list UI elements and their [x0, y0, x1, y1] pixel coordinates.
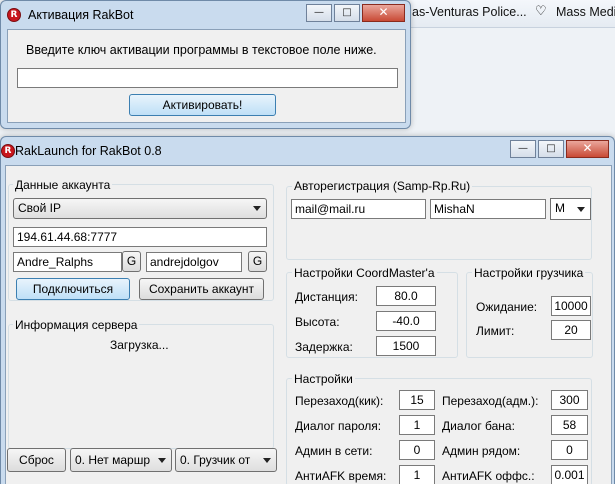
loader-mode-select[interactable]: 0. Грузчик от [175, 448, 277, 472]
close-button[interactable]: ✕ [362, 4, 405, 22]
password-input[interactable]: andrejdolgov [146, 252, 242, 272]
connect-button[interactable]: Подключиться [16, 278, 130, 300]
route-select[interactable]: 0. Нет маршр [70, 448, 172, 472]
chevron-down-icon [253, 206, 261, 211]
autoreg-email-input[interactable]: mail@mail.ru [291, 199, 426, 219]
height-label: Высота: [295, 315, 340, 329]
autoreg-name-input[interactable]: MishaN [430, 199, 546, 219]
heart-icon: ♡ [535, 4, 547, 19]
save-account-button[interactable]: Сохранить аккаунт [139, 278, 264, 300]
admin-online-label: Админ в сети: [295, 444, 373, 458]
ban-dialog-input[interactable]: 58 [551, 415, 588, 435]
server-status-text: Загрузка... [110, 338, 169, 352]
activation-window-title: Активация RakBot [28, 8, 134, 22]
wait-input[interactable]: 10000 [551, 296, 591, 316]
activation-window: R Активация RakBot — □ ✕ Введите ключ ак… [0, 0, 411, 129]
antiafk-time-label: АнтиAFK время: [295, 469, 387, 483]
main-client: Данные аккаунта Свой IP 194.61.44.68:777… [5, 165, 612, 484]
maximize-button[interactable]: □ [538, 140, 564, 158]
background-tab-police[interactable]: as-Venturas Police... [412, 2, 527, 26]
autoreg-group [286, 186, 592, 260]
loader-settings-title: Настройки грузчика [472, 266, 586, 280]
loader-mode-value: 0. Грузчик от [180, 453, 251, 467]
password-dialog-input[interactable]: 1 [399, 415, 435, 435]
generate-nickname-button[interactable]: G [122, 251, 141, 272]
distance-label: Дистанция: [295, 290, 358, 304]
minimize-button[interactable]: — [510, 140, 536, 158]
antiafk-offset-input[interactable]: 0.001 [551, 465, 588, 484]
coordmaster-title: Настройки CoordMaster'a [292, 266, 437, 280]
activation-instruction: Введите ключ активации программы в текст… [26, 43, 377, 57]
wait-label: Ожидание: [476, 300, 538, 314]
admin-near-label: Админ рядом: [442, 444, 521, 458]
rejoin-kick-label: Перезаход(кик): [295, 394, 384, 408]
rejoin-admin-label: Перезаход(адм.): [442, 394, 539, 408]
activation-key-input[interactable] [17, 68, 398, 88]
settings-title: Настройки [292, 372, 355, 386]
maximize-button[interactable]: □ [334, 4, 360, 22]
account-group-title: Данные аккаунта [13, 178, 113, 192]
antiafk-offset-label: АнтиAFK оффс.: [442, 469, 535, 483]
chevron-down-icon [158, 458, 166, 463]
rejoin-kick-input[interactable]: 15 [399, 390, 435, 410]
generate-password-button[interactable]: G [248, 251, 267, 272]
autoreg-title: Авторегистрация (Samp-Rp.Ru) [292, 179, 473, 193]
gender-select[interactable]: M [550, 198, 591, 220]
minimize-button[interactable]: — [306, 4, 332, 22]
server-info-title: Информация сервера [13, 318, 140, 332]
admin-near-input[interactable]: 0 [551, 440, 588, 460]
delay-label: Задержка: [295, 340, 353, 354]
activation-titlebar[interactable]: R Активация RakBot — □ ✕ [1, 1, 410, 27]
server-address-input[interactable]: 194.61.44.68:7777 [13, 227, 267, 247]
admin-online-input[interactable]: 0 [399, 440, 435, 460]
antiafk-time-input[interactable]: 1 [399, 465, 435, 484]
main-window-title: RakLaunch for RakBot 0.8 [15, 144, 162, 158]
gender-value: M [555, 201, 565, 215]
limit-input[interactable]: 20 [551, 320, 591, 340]
close-button[interactable]: ✕ [566, 140, 609, 158]
ip-mode-select[interactable]: Свой IP [13, 198, 267, 219]
activate-button[interactable]: Активировать! [129, 94, 276, 116]
reset-button[interactable]: Сброс [7, 448, 66, 472]
chevron-down-icon [263, 458, 271, 463]
route-value: 0. Нет маршр [75, 453, 151, 467]
main-window: R RakLaunch for RakBot 0.8 — □ ✕ Данные … [0, 136, 615, 484]
delay-input[interactable]: 1500 [376, 336, 436, 356]
ban-dialog-label: Диалог бана: [442, 419, 515, 433]
height-input[interactable]: -40.0 [376, 311, 436, 331]
ip-mode-value: Свой IP [18, 201, 61, 215]
chevron-down-icon [577, 207, 585, 212]
activation-client: Введите ключ активации программы в текст… [7, 29, 406, 123]
main-titlebar[interactable]: R RakLaunch for RakBot 0.8 — □ ✕ [1, 137, 614, 163]
rejoin-admin-input[interactable]: 300 [551, 390, 588, 410]
nickname-input[interactable]: Andre_Ralphs [13, 252, 122, 272]
rakbot-logo-icon: R [1, 144, 15, 158]
background-tab-mass-media[interactable]: Mass Medi [556, 2, 615, 26]
password-dialog-label: Диалог пароля: [295, 419, 382, 433]
distance-input[interactable]: 80.0 [376, 286, 436, 306]
limit-label: Лимит: [476, 324, 515, 338]
rakbot-logo-icon: R [7, 8, 21, 22]
